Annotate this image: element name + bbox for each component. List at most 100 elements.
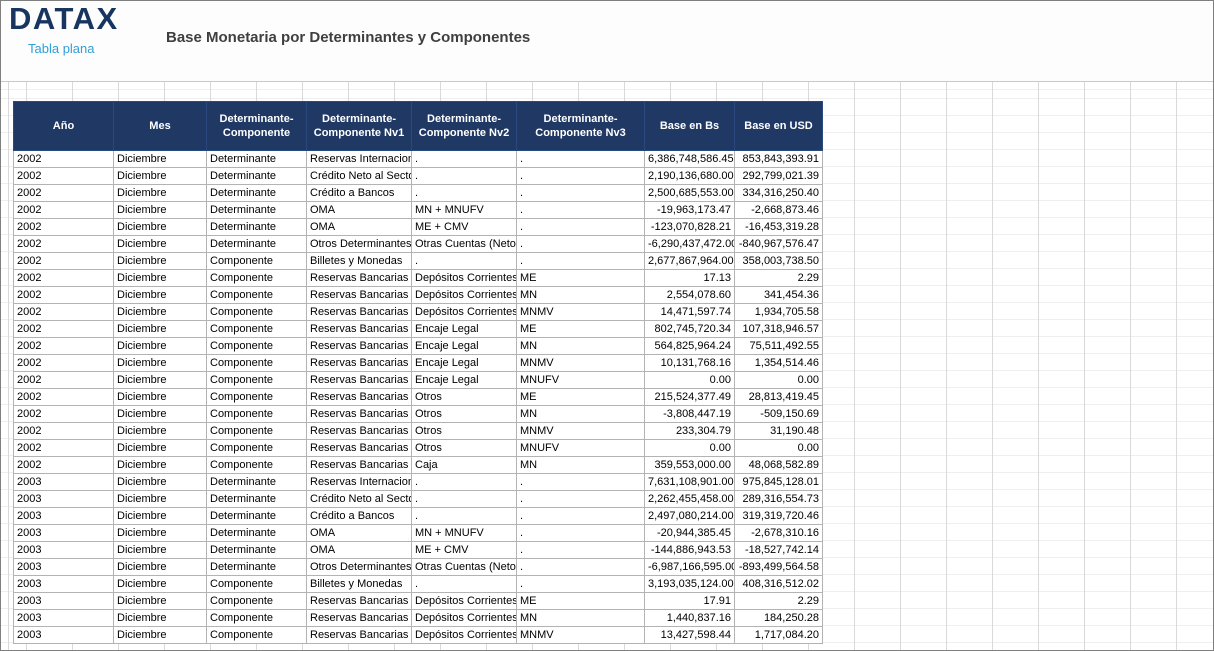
cell[interactable]: ME	[517, 389, 645, 406]
cell[interactable]: Otras Cuentas (Neto)	[412, 559, 517, 576]
cell[interactable]: Reservas Bancarias	[307, 627, 412, 644]
cell[interactable]: Depósitos Corrientes	[412, 270, 517, 287]
cell[interactable]: Otras Cuentas (Neto)	[412, 236, 517, 253]
cell[interactable]: Otros Determinantes	[307, 559, 412, 576]
cell[interactable]: 2002	[14, 185, 114, 202]
cell[interactable]: -123,070,828.21	[645, 219, 735, 236]
cell[interactable]: 1,354,514.46	[735, 355, 823, 372]
cell[interactable]: Componente	[207, 270, 307, 287]
cell[interactable]: 2,554,078.60	[645, 287, 735, 304]
cell[interactable]: Componente	[207, 406, 307, 423]
cell[interactable]: Determinante	[207, 236, 307, 253]
cell[interactable]: Componente	[207, 576, 307, 593]
cell[interactable]: 17.13	[645, 270, 735, 287]
cell[interactable]: 215,524,377.49	[645, 389, 735, 406]
cell[interactable]: 17.91	[645, 593, 735, 610]
cell[interactable]: .	[517, 508, 645, 525]
cell[interactable]: Diciembre	[114, 610, 207, 627]
cell[interactable]: -893,499,564.58	[735, 559, 823, 576]
cell[interactable]: Encaje Legal	[412, 355, 517, 372]
cell[interactable]: Reservas Internacionales	[307, 474, 412, 491]
cell[interactable]: .	[412, 508, 517, 525]
cell[interactable]: Determinante	[207, 202, 307, 219]
cell[interactable]: Reservas Bancarias	[307, 440, 412, 457]
cell[interactable]: Reservas Bancarias	[307, 372, 412, 389]
cell[interactable]: Componente	[207, 389, 307, 406]
cell[interactable]: Determinante	[207, 542, 307, 559]
cell[interactable]: 358,003,738.50	[735, 253, 823, 270]
cell[interactable]: Componente	[207, 304, 307, 321]
cell[interactable]: Diciembre	[114, 253, 207, 270]
cell[interactable]: Componente	[207, 610, 307, 627]
cell[interactable]: ME + CMV	[412, 219, 517, 236]
cell[interactable]: OMA	[307, 202, 412, 219]
cell[interactable]: 2002	[14, 253, 114, 270]
cell[interactable]: Componente	[207, 253, 307, 270]
cell[interactable]: 107,318,946.57	[735, 321, 823, 338]
cell[interactable]: 292,799,021.39	[735, 168, 823, 185]
cell[interactable]: 1,440,837.16	[645, 610, 735, 627]
cell[interactable]: OMA	[307, 542, 412, 559]
cell[interactable]: 341,454.36	[735, 287, 823, 304]
cell[interactable]: 564,825,964.24	[645, 338, 735, 355]
cell[interactable]: Diciembre	[114, 236, 207, 253]
cell[interactable]: Determinante	[207, 525, 307, 542]
cell[interactable]: 2003	[14, 559, 114, 576]
cell[interactable]: Diciembre	[114, 389, 207, 406]
cell[interactable]: MN + MNUFV	[412, 202, 517, 219]
cell[interactable]: MNMV	[517, 304, 645, 321]
cell[interactable]: Determinante	[207, 168, 307, 185]
cell[interactable]: -2,668,873.46	[735, 202, 823, 219]
cell[interactable]: Depósitos Corrientes	[412, 610, 517, 627]
header-cell[interactable]: Mes	[114, 102, 207, 151]
cell[interactable]: -19,963,173.47	[645, 202, 735, 219]
cell[interactable]: 75,511,492.55	[735, 338, 823, 355]
cell[interactable]: Reservas Bancarias	[307, 287, 412, 304]
cell[interactable]: 31,190.48	[735, 423, 823, 440]
cell[interactable]: Diciembre	[114, 372, 207, 389]
cell[interactable]: 2003	[14, 491, 114, 508]
cell[interactable]: Diciembre	[114, 491, 207, 508]
cell[interactable]: .	[517, 151, 645, 168]
cell[interactable]: 2002	[14, 168, 114, 185]
cell[interactable]: .	[412, 168, 517, 185]
cell[interactable]: 334,316,250.40	[735, 185, 823, 202]
header-cell[interactable]: Determinante- Componente Nv2	[412, 102, 517, 151]
cell[interactable]: Diciembre	[114, 525, 207, 542]
cell[interactable]: Determinante	[207, 185, 307, 202]
cell[interactable]: MNMV	[517, 627, 645, 644]
cell[interactable]: Diciembre	[114, 508, 207, 525]
cell[interactable]: Reservas Bancarias	[307, 423, 412, 440]
cell[interactable]: .	[412, 253, 517, 270]
cell[interactable]: -6,987,166,595.00	[645, 559, 735, 576]
cell[interactable]: Determinante	[207, 508, 307, 525]
cell[interactable]: Reservas Bancarias	[307, 321, 412, 338]
cell[interactable]: Componente	[207, 593, 307, 610]
cell[interactable]: Caja	[412, 457, 517, 474]
cell[interactable]: Billetes y Monedas	[307, 253, 412, 270]
cell[interactable]: .	[412, 185, 517, 202]
cell[interactable]: Determinante	[207, 219, 307, 236]
cell[interactable]: Otros	[412, 406, 517, 423]
cell[interactable]: 1,934,705.58	[735, 304, 823, 321]
cell[interactable]: 2002	[14, 321, 114, 338]
cell[interactable]: 975,845,128.01	[735, 474, 823, 491]
cell[interactable]: Diciembre	[114, 474, 207, 491]
cell[interactable]: 2002	[14, 270, 114, 287]
cell[interactable]: 2003	[14, 593, 114, 610]
cell[interactable]: 13,427,598.44	[645, 627, 735, 644]
cell[interactable]: Encaje Legal	[412, 321, 517, 338]
cell[interactable]: 2,677,867,964.00	[645, 253, 735, 270]
cell[interactable]: -16,453,319.28	[735, 219, 823, 236]
cell[interactable]: 2002	[14, 389, 114, 406]
cell[interactable]: MNUFV	[517, 372, 645, 389]
cell[interactable]: .	[517, 185, 645, 202]
cell[interactable]: Diciembre	[114, 270, 207, 287]
cell[interactable]: Determinante	[207, 491, 307, 508]
cell[interactable]: Diciembre	[114, 423, 207, 440]
cell[interactable]: Depósitos Corrientes	[412, 304, 517, 321]
cell[interactable]: Otros	[412, 440, 517, 457]
cell[interactable]: 2002	[14, 287, 114, 304]
cell[interactable]: .	[517, 576, 645, 593]
cell[interactable]: 408,316,512.02	[735, 576, 823, 593]
